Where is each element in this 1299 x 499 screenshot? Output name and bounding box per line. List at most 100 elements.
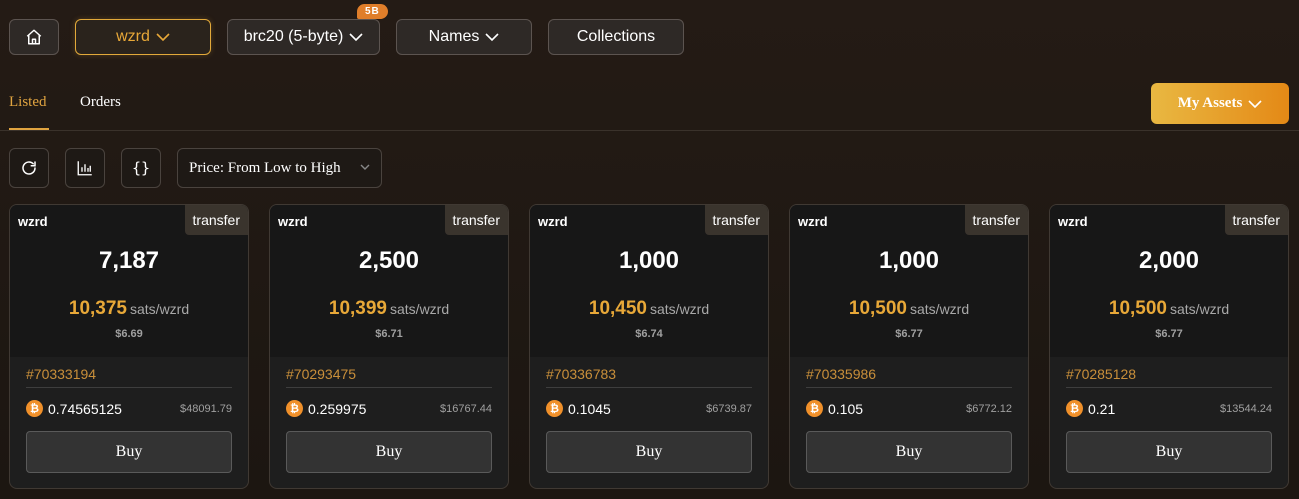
total-btc: 0.21 [1088, 401, 1116, 417]
collections-button[interactable]: Collections [548, 19, 684, 55]
price-value: 10,375 [68, 298, 127, 319]
total-price-row: ₿ 0.259975 $16767.44 [286, 400, 492, 418]
total-usd: $16767.44 [440, 403, 492, 415]
unit-price-usd: $6.77 [895, 328, 923, 340]
total-usd: $13544.24 [1220, 403, 1272, 415]
brc20-dropdown-label: brc20 (5-byte) [243, 28, 344, 45]
price-value: 10,500 [848, 298, 907, 319]
refresh-button[interactable] [9, 148, 49, 188]
bitcoin-icon: ₿ [286, 400, 303, 417]
total-usd: $6772.12 [966, 403, 1012, 415]
chevron-down-icon [485, 33, 499, 42]
token-amount: 2,500 [358, 247, 420, 274]
names-dropdown[interactable]: Names [396, 19, 532, 55]
card-divider [806, 387, 1012, 388]
chevron-down-icon [1248, 99, 1262, 108]
home-icon [26, 29, 42, 45]
transfer-tag: transfer [964, 205, 1028, 235]
total-usd: $6739.87 [706, 403, 752, 415]
bitcoin-icon: ₿ [806, 400, 823, 417]
total-btc: 0.74565125 [48, 401, 122, 417]
bitcoin-icon: ₿ [1066, 400, 1083, 417]
bitcoin-icon: ₿ [546, 400, 563, 417]
token-amount: 1,000 [618, 247, 680, 274]
total-btc: 0.105 [828, 401, 864, 417]
chevron-down-icon [156, 33, 170, 42]
refresh-icon [22, 161, 36, 175]
price-unit: sats/wzrd [390, 301, 450, 317]
inscription-link[interactable]: #70335986 [806, 366, 876, 382]
unit-price: 10,399 sats/wzrd [270, 298, 508, 320]
ticker-dropdown-label: wzrd [116, 28, 150, 45]
card-ticker: wzrd [538, 214, 568, 229]
buy-button[interactable]: Buy [546, 431, 752, 473]
card-divider [546, 387, 752, 388]
sort-select-value: Price: From Low to High [189, 159, 341, 176]
chevron-down-icon [349, 33, 363, 42]
price-unit: sats/wzrd [1170, 301, 1230, 317]
total-usd: $48091.79 [180, 403, 232, 415]
listing-card: wzrd transfer 2,500 10,399 sats/wzrd $6.7… [269, 204, 509, 489]
total-btc: 0.1045 [568, 401, 611, 417]
collections-button-label: Collections [576, 28, 656, 45]
price-unit: sats/wzrd [650, 301, 710, 317]
card-divider [286, 387, 492, 388]
price-unit: sats/wzrd [130, 301, 190, 317]
my-assets-button[interactable]: My Assets [1151, 83, 1289, 124]
buy-button[interactable]: Buy [286, 431, 492, 473]
listing-card: wzrd transfer 1,000 10,450 sats/wzrd $6.7… [529, 204, 769, 489]
chevron-down-icon [360, 164, 370, 170]
inscription-link[interactable]: #70285128 [1066, 366, 1136, 382]
unit-price-usd: $6.71 [375, 328, 403, 340]
total-price-row: ₿ 0.1045 $6739.87 [546, 400, 752, 418]
buy-button[interactable]: Buy [26, 431, 232, 473]
buy-button[interactable]: Buy [806, 431, 1012, 473]
code-braces-icon: {} [131, 159, 151, 177]
total-price-row: ₿ 0.74565125 $48091.79 [26, 400, 232, 418]
tab-orders[interactable]: Orders [80, 94, 121, 111]
token-amount: 1,000 [878, 247, 940, 274]
listing-card: wzrd transfer 7,187 10,375 sats/wzrd $6.6… [9, 204, 249, 489]
brc20-dropdown[interactable]: brc20 (5-byte) 5B [227, 4, 388, 55]
unit-price-usd: $6.74 [635, 328, 663, 340]
tab-listed[interactable]: Listed [9, 94, 47, 111]
unit-price: 10,375 sats/wzrd [10, 298, 248, 320]
price-value: 10,450 [588, 298, 647, 319]
total-price-row: ₿ 0.105 $6772.12 [806, 400, 1012, 418]
card-divider [26, 387, 232, 388]
card-ticker: wzrd [278, 214, 308, 229]
names-dropdown-label: Names [428, 28, 480, 45]
buy-button[interactable]: Buy [1066, 431, 1272, 473]
price-unit: sats/wzrd [910, 301, 970, 317]
tab-divider [0, 130, 1299, 131]
bitcoin-icon: ₿ [26, 400, 43, 417]
unit-price: 10,500 sats/wzrd [790, 298, 1028, 320]
inscription-link[interactable]: #70293475 [286, 366, 356, 382]
total-btc: 0.259975 [308, 401, 367, 417]
total-price-row: ₿ 0.21 $13544.24 [1066, 400, 1272, 418]
card-divider [1066, 387, 1272, 388]
my-assets-label: My Assets [1177, 95, 1243, 111]
listing-card: wzrd transfer 1,000 10,500 sats/wzrd $6.7… [789, 204, 1029, 489]
card-ticker: wzrd [798, 214, 828, 229]
transfer-tag: transfer [184, 205, 248, 235]
card-ticker: wzrd [1058, 214, 1088, 229]
chart-icon [77, 161, 92, 176]
transfer-tag: transfer [444, 205, 508, 235]
unit-price: 10,450 sats/wzrd [530, 298, 768, 320]
sort-select[interactable]: Price: From Low to High [177, 148, 382, 188]
price-value: 10,500 [1108, 298, 1167, 319]
inscription-link[interactable]: #70336783 [546, 366, 616, 382]
card-ticker: wzrd [18, 214, 48, 229]
home-button[interactable] [9, 19, 59, 55]
transfer-tag: transfer [704, 205, 768, 235]
price-value: 10,399 [328, 298, 387, 319]
listing-card: wzrd transfer 2,000 10,500 sats/wzrd $6.7… [1049, 204, 1289, 489]
unit-price: 10,500 sats/wzrd [1050, 298, 1288, 320]
ticker-dropdown[interactable]: wzrd [75, 19, 211, 55]
token-amount: 7,187 [98, 247, 160, 274]
code-button[interactable]: {} [121, 148, 161, 188]
unit-price-usd: $6.77 [1155, 328, 1183, 340]
inscription-link[interactable]: #70333194 [26, 366, 96, 382]
chart-button[interactable] [65, 148, 105, 188]
